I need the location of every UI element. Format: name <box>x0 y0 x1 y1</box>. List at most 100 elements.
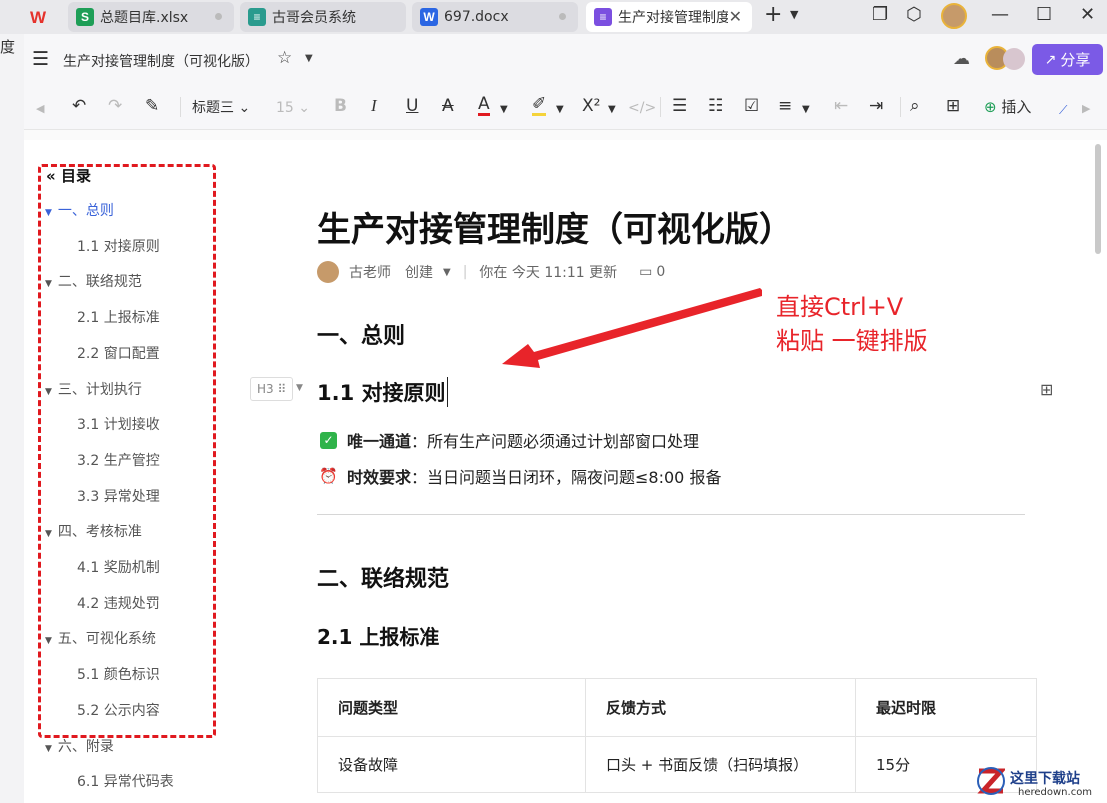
indent-icon[interactable]: ⇥ <box>869 96 883 116</box>
undo-icon[interactable]: ↶ <box>72 96 86 116</box>
expand-triangle-icon[interactable]: ▼ <box>45 636 52 646</box>
outline-item-label: 4.2 违规处罚 <box>77 595 160 612</box>
tab-active-doc[interactable]: ≡ 生产对接管理制度 ✕ <box>586 2 752 32</box>
cloud-sync-icon: ☁ <box>953 49 970 69</box>
align-icon[interactable]: ≡ <box>778 96 792 116</box>
expand-triangle-icon[interactable]: ▼ <box>45 387 52 397</box>
format-painter-icon[interactable]: ✎ <box>145 96 159 116</box>
chevron-down-icon[interactable]: ▼ <box>443 267 451 278</box>
font-color-icon[interactable]: A <box>478 96 490 116</box>
table-cell[interactable]: 口头 + 书面反馈（扫码填报） <box>585 736 856 793</box>
scroll-left-icon[interactable]: ◀ <box>36 99 44 119</box>
outline-item[interactable]: 1.1 对接原则 <box>77 236 160 256</box>
tab-docx[interactable]: W 697.docx <box>412 2 578 32</box>
scroll-right-icon[interactable]: ▶ <box>1082 99 1090 119</box>
insert-button[interactable]: ⊕ 插入 <box>984 97 1031 117</box>
outline-item[interactable]: 4.1 奖励机制 <box>77 557 160 577</box>
wps-logo-icon[interactable]: W <box>30 8 46 28</box>
outline-item[interactable]: 5.1 颜色标识 <box>77 664 160 684</box>
annotation-text: 直接Ctrl+V 粘贴 一键排版 <box>776 290 928 358</box>
outline-item[interactable]: ▼ 六、附录 <box>45 736 114 756</box>
star-icon[interactable]: ☆ <box>277 48 292 68</box>
chevron-down-icon[interactable]: ▼ <box>556 100 564 120</box>
chevron-down-icon[interactable]: ▼ <box>500 100 508 120</box>
search-icon[interactable]: ⌕ <box>910 96 920 116</box>
outline-item[interactable]: ▼ 三、计划执行 <box>45 379 142 399</box>
highlight-icon[interactable]: ✐ <box>532 96 547 116</box>
underline-icon[interactable]: U <box>406 96 418 116</box>
outline-item[interactable]: ▼ 四、考核标准 <box>45 521 142 541</box>
outline-item[interactable]: 3.2 生产管控 <box>77 450 160 470</box>
code-icon[interactable]: </> <box>628 98 656 118</box>
outline-item[interactable]: ▼ 二、联络规范 <box>45 271 142 291</box>
heading-level-badge[interactable]: H3 ⠿ <box>250 377 294 401</box>
author-avatar[interactable] <box>317 261 339 283</box>
outline-item[interactable]: 3.1 计划接收 <box>77 414 160 434</box>
outline-item[interactable]: 4.2 违规处罚 <box>77 593 160 613</box>
collapse-double-chevron-icon: « <box>46 167 56 185</box>
new-tab-plus-icon[interactable]: + <box>764 2 782 27</box>
chevron-down-icon[interactable]: ▼ <box>608 100 616 120</box>
chevron-down-icon[interactable]: ▼ <box>802 100 810 120</box>
outline-item[interactable]: ▼ 五、可视化系统 <box>45 628 156 648</box>
heading-level-label: H3 <box>257 382 274 396</box>
bullet-list-icon[interactable]: ☰ <box>672 96 687 116</box>
table-cell[interactable]: 设备故障 <box>317 736 586 793</box>
close-window-icon[interactable]: ✕ <box>1080 4 1095 25</box>
maximize-icon[interactable]: ☐ <box>1036 4 1052 25</box>
comment-count: 0 <box>656 264 666 280</box>
checkbox-list-icon[interactable]: ☑ <box>744 96 759 116</box>
word-icon: W <box>420 8 438 26</box>
document-content: « 目录 ▼ 一、总则 1.1 对接原则 ▼ 二、联络规范 2.1 上报标准 2.2 窗口配… <box>24 140 1107 803</box>
bullet-time: ⏰ 时效要求 ：当日问题当日闭环，隔夜问题≤8:00 报备 <box>319 464 721 488</box>
redo-icon[interactable]: ↷ <box>108 96 122 116</box>
restore-window-icon[interactable]: ❐ <box>872 4 888 25</box>
outdent-icon[interactable]: ⇤ <box>834 96 848 116</box>
outline-item[interactable]: 6.1 异常代码表 <box>77 771 174 791</box>
more-icon[interactable]: ⟋ <box>1059 100 1067 120</box>
check-mark-icon: ✓ <box>320 431 337 449</box>
tab-member-system[interactable]: ≡ 古哥会员系统 <box>240 2 406 32</box>
style-select[interactable]: 标题三 ⌄ <box>192 98 250 118</box>
minimize-icon[interactable]: — <box>991 4 1009 25</box>
chevron-down-icon[interactable]: ▼ <box>790 8 798 21</box>
numbered-list-icon[interactable]: ☷ <box>708 96 723 116</box>
strikethrough-icon[interactable]: A <box>442 96 454 116</box>
bullet-bold: 时效要求 <box>347 468 412 487</box>
outline-item[interactable]: 2.1 上报标准 <box>77 307 160 327</box>
menu-icon[interactable]: ☰ <box>32 48 49 70</box>
user-avatar[interactable] <box>941 3 967 29</box>
outline-item-label: 2.2 窗口配置 <box>77 345 160 362</box>
expand-triangle-icon[interactable]: ▼ <box>45 279 52 289</box>
expand-triangle-icon[interactable]: ▼ <box>45 529 52 539</box>
bold-icon[interactable]: B <box>334 96 347 116</box>
font-size-select[interactable]: 15 ⌄ <box>276 98 310 118</box>
smart-doc-icon: ≡ <box>594 8 612 26</box>
comment-icon[interactable]: ▭ <box>639 264 652 280</box>
document-title: 生产对接管理制度（可视化版） <box>317 210 793 250</box>
expand-triangle-icon[interactable]: ▼ <box>45 208 52 218</box>
italic-icon[interactable]: I <box>371 96 377 116</box>
chevron-down-icon[interactable]: ▼ <box>305 53 313 64</box>
outline-item[interactable]: 5.2 公示内容 <box>77 700 160 720</box>
cube-icon[interactable]: ⬡ <box>906 4 922 25</box>
outline-item[interactable]: ▼ 一、总则 <box>45 200 114 220</box>
doc-header-title[interactable]: 生产对接管理制度（可视化版） <box>63 51 259 71</box>
collapse-triangle-icon[interactable]: ▼ <box>296 383 303 393</box>
author-name[interactable]: 古老师 <box>349 262 391 282</box>
share-label: 分享 <box>1060 51 1091 69</box>
outline-item[interactable]: 3.3 异常处理 <box>77 486 160 506</box>
add-comment-icon[interactable]: ⊞ <box>946 96 960 116</box>
superscript-icon[interactable]: X² <box>582 96 600 116</box>
outline-item[interactable]: 2.2 窗口配置 <box>77 343 160 363</box>
vertical-scrollbar[interactable] <box>1095 144 1101 254</box>
expand-triangle-icon[interactable]: ▼ <box>45 744 52 754</box>
heading-principle[interactable]: 1.1 对接原则 <box>317 377 448 407</box>
share-button[interactable]: ↗ 分享 <box>1032 44 1103 75</box>
close-tab-icon[interactable]: ✕ <box>729 7 742 26</box>
outline-header[interactable]: « 目录 <box>46 165 91 186</box>
add-comment-icon[interactable]: ⊞ <box>1040 380 1053 399</box>
collaborator-avatar[interactable] <box>1003 48 1025 70</box>
report-table: 问题类型 反馈方式 最迟时限 设备故障 口头 + 书面反馈（扫码填报） 15分 <box>317 678 1037 793</box>
tab-xlsx[interactable]: S 总题目库.xlsx <box>68 2 234 32</box>
